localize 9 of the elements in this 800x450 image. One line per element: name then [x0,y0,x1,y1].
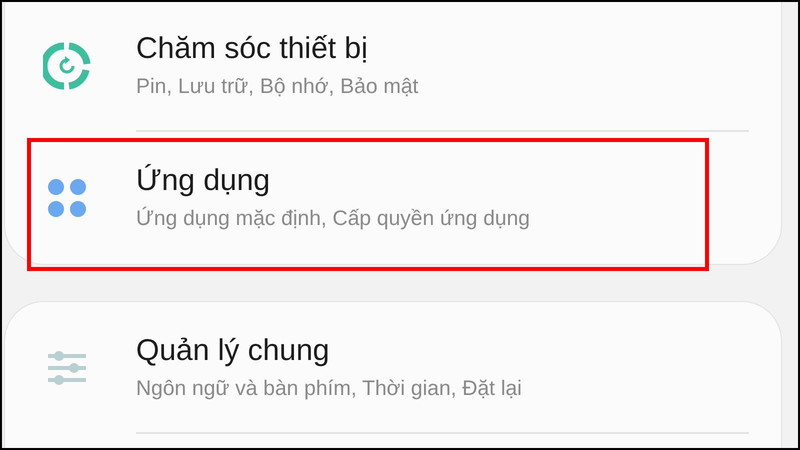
setting-title[interactable]: Ứng dụng [136,163,530,199]
four-dots-icon [46,178,86,218]
setting-subtitle: Pin, Lưu trữ, Bộ nhớ, Bảo mật [136,74,418,100]
setting-subtitle: Ngôn ngữ và bàn phím, Thời gian, Đặt lại [136,376,522,402]
setting-subtitle: Ứng dụng mặc định, Cấp quyền ứng dụng [136,206,530,232]
setting-title[interactable]: Chăm sóc thiết bị [136,31,418,67]
refresh-ring-icon [42,42,90,90]
setting-title[interactable]: Quản lý chung [136,333,522,369]
sliders-icon [48,351,86,385]
